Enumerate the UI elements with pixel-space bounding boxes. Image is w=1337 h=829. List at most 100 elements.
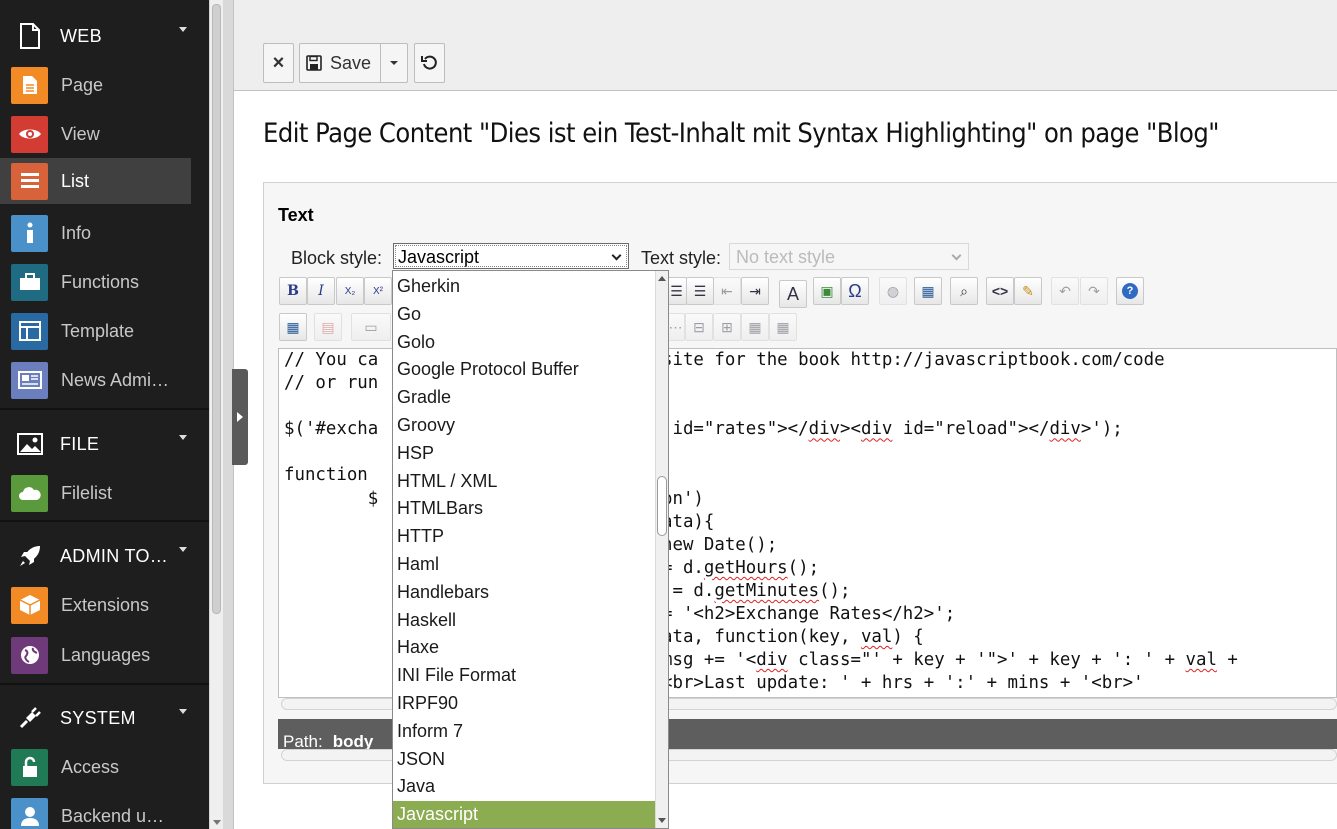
italic-button[interactable]: I bbox=[307, 277, 335, 305]
group-file[interactable]: FILE bbox=[0, 421, 209, 467]
source-code-button[interactable]: <> bbox=[986, 277, 1014, 305]
blockquote-button[interactable]: ⇥ bbox=[741, 277, 769, 305]
numbered-list-button[interactable]: ☰ bbox=[667, 277, 687, 305]
clean-formatting-button[interactable]: ✎ bbox=[1014, 277, 1042, 305]
merge-cells-button[interactable]: ▦ bbox=[741, 313, 769, 341]
list-icon bbox=[11, 162, 48, 200]
group-web-label: WEB bbox=[60, 25, 102, 46]
scrollbar-thumb[interactable] bbox=[212, 4, 221, 614]
bold-icon: B bbox=[287, 283, 299, 299]
scroll-up-arrow-icon[interactable] bbox=[658, 276, 666, 281]
option-item[interactable]: Java bbox=[393, 773, 657, 801]
module-view[interactable]: View bbox=[0, 111, 191, 157]
indent-icon: ⇥ bbox=[749, 282, 761, 299]
group-system[interactable]: SYSTEM bbox=[0, 695, 209, 741]
option-item[interactable]: Go bbox=[393, 301, 657, 329]
module-languages[interactable]: Languages bbox=[0, 632, 191, 678]
group-web[interactable]: WEB bbox=[0, 13, 209, 59]
option-item[interactable]: Javascript bbox=[393, 801, 657, 828]
path-value[interactable]: body bbox=[333, 732, 374, 749]
subscript-button[interactable]: X₂ bbox=[336, 277, 364, 305]
help-button[interactable]: ? bbox=[1116, 277, 1144, 305]
group-admin-tools-label: ADMIN TO… bbox=[60, 545, 169, 566]
italic-icon: I bbox=[318, 283, 324, 299]
option-item[interactable]: Handlebars bbox=[393, 579, 657, 607]
table-button[interactable]: ▦ bbox=[914, 277, 942, 305]
option-item[interactable]: Haskell bbox=[393, 607, 657, 635]
table-layout-button[interactable]: ▦ bbox=[769, 313, 797, 341]
outdent-icon: ⇤ bbox=[721, 282, 733, 299]
options-scrollbar[interactable] bbox=[655, 271, 668, 828]
module-info[interactable]: Info bbox=[0, 210, 191, 256]
row-properties-button[interactable]: ▤ bbox=[314, 313, 342, 341]
bold-button[interactable]: B bbox=[279, 277, 307, 305]
option-item[interactable]: IRPF90 bbox=[393, 690, 657, 718]
option-item[interactable]: JSON bbox=[393, 746, 657, 774]
option-item[interactable]: Haml bbox=[393, 551, 657, 579]
option-item[interactable]: HTMLBars bbox=[393, 495, 657, 523]
module-template[interactable]: Template bbox=[0, 308, 191, 354]
find-replace-button[interactable]: ⌕ bbox=[950, 277, 978, 305]
image-icon: ▣ bbox=[820, 282, 834, 299]
acronym-button[interactable]: ◍ bbox=[879, 277, 907, 305]
undo-icon: ↶ bbox=[1059, 282, 1071, 299]
superscript-button[interactable]: X² bbox=[364, 277, 392, 305]
option-item[interactable]: INI File Format bbox=[393, 662, 657, 690]
rocket-icon bbox=[0, 544, 60, 568]
option-item[interactable]: Haxe bbox=[393, 634, 657, 662]
page-outline-icon bbox=[0, 23, 60, 49]
option-item[interactable]: Gherkin bbox=[393, 273, 657, 301]
delete-row-button[interactable]: ⊟ bbox=[685, 313, 713, 341]
field-label: Text bbox=[278, 205, 314, 225]
newspaper-icon bbox=[11, 361, 48, 399]
module-filelist[interactable]: Filelist bbox=[0, 470, 191, 516]
module-backend-users[interactable]: Backend u… bbox=[0, 793, 191, 829]
module-access[interactable]: Access bbox=[0, 744, 191, 790]
option-item[interactable]: HSP bbox=[393, 440, 657, 468]
option-item[interactable]: Gradle bbox=[393, 384, 657, 412]
close-button[interactable]: × bbox=[263, 43, 294, 83]
outdent-button[interactable]: ⇤ bbox=[713, 277, 741, 305]
bullet-list-button[interactable]: ☰ bbox=[686, 277, 714, 305]
save-options-dropdown[interactable] bbox=[380, 43, 408, 83]
option-item[interactable]: Groovy bbox=[393, 412, 657, 440]
plug-icon bbox=[0, 705, 60, 731]
block-style-value: Javascript bbox=[398, 247, 480, 267]
block-style-select[interactable]: Javascript bbox=[393, 243, 629, 269]
group-admin-tools[interactable]: ADMIN TO… bbox=[0, 533, 209, 579]
module-functions[interactable]: Functions bbox=[0, 259, 191, 305]
image-icon bbox=[0, 433, 60, 455]
option-item[interactable]: HTML / XML bbox=[393, 468, 657, 496]
option-item[interactable]: HTTP bbox=[393, 523, 657, 551]
redo-button[interactable]: ↷ bbox=[1080, 277, 1108, 305]
option-item[interactable]: Golo bbox=[393, 329, 657, 357]
undo-button[interactable]: ↶ bbox=[1051, 277, 1079, 305]
cell-properties-button[interactable]: ▭ bbox=[351, 313, 391, 341]
module-label: Template bbox=[61, 320, 135, 341]
group-file-label: FILE bbox=[60, 433, 100, 454]
text-style-select[interactable]: No text style bbox=[729, 243, 969, 270]
module-list[interactable]: List bbox=[0, 158, 191, 204]
module-news-admin[interactable]: News Admi… bbox=[0, 357, 191, 403]
insert-image-button[interactable]: ▣ bbox=[813, 277, 841, 305]
block-style-options-list[interactable]: Gherkin Go Golo Google Protocol Buffer Gradl… bbox=[392, 270, 669, 829]
text-color-button[interactable]: A bbox=[779, 280, 807, 308]
scroll-down-arrow-icon[interactable] bbox=[658, 818, 666, 823]
text-style-label: Text style: bbox=[641, 248, 722, 268]
reload-button[interactable] bbox=[414, 43, 445, 83]
sidebar-collapse-button[interactable] bbox=[232, 369, 248, 465]
code-left: // You ca // or run $('#excha function $ bbox=[284, 350, 379, 509]
sidebar-scrollbar[interactable] bbox=[209, 0, 223, 829]
module-extensions[interactable]: Extensions bbox=[0, 582, 191, 628]
close-icon: × bbox=[272, 51, 285, 74]
option-item[interactable]: Google Protocol Buffer bbox=[393, 356, 657, 384]
save-button[interactable]: Save bbox=[299, 43, 381, 83]
table-properties-button[interactable]: ▦ bbox=[279, 313, 307, 341]
module-page[interactable]: Page bbox=[0, 62, 191, 108]
split-cell-button[interactable]: ⊞ bbox=[713, 313, 741, 341]
option-item[interactable]: Inform 7 bbox=[393, 718, 657, 746]
scroll-down-arrow-icon[interactable] bbox=[213, 820, 221, 825]
scrollbar-thumb[interactable] bbox=[657, 476, 667, 536]
insert-row-button[interactable]: ⋯ bbox=[667, 313, 685, 341]
special-char-button[interactable]: Ω bbox=[841, 277, 869, 305]
